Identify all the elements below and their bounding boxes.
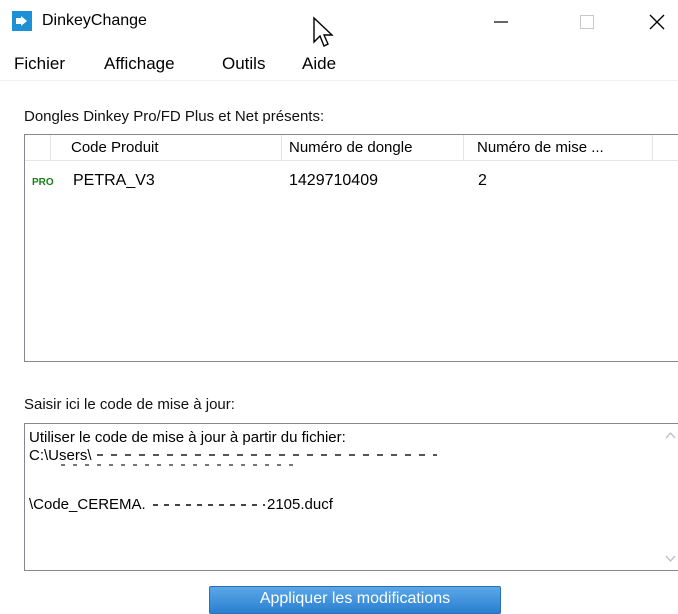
- code-line-2: C:\Users\: [29, 447, 92, 464]
- scroll-up-icon: [665, 431, 676, 439]
- dongle-list[interactable]: Code Produit Numéro de dongle Numéro de …: [24, 134, 678, 362]
- vertical-scrollbar[interactable]: [662, 424, 678, 570]
- menu-aide[interactable]: Aide: [302, 52, 336, 76]
- code-line-1: Utiliser le code de mise à jour à partir…: [29, 429, 346, 446]
- minimize-icon: [494, 21, 508, 23]
- column-header-code-produit[interactable]: Code Produit: [65, 135, 285, 160]
- title-bar[interactable]: DinkeyChange: [0, 0, 678, 47]
- apply-changes-button[interactable]: Appliquer les modifications: [209, 586, 501, 614]
- scroll-down-icon: [665, 555, 676, 563]
- column-separator: [652, 135, 653, 160]
- dongle-number-cell: 1429710409: [289, 172, 378, 189]
- column-header-numero-mise[interactable]: Numéro de mise ...: [471, 135, 651, 160]
- update-number-cell: 2: [478, 172, 487, 189]
- dongles-label: Dongles Dinkey Pro/FD Plus et Net présen…: [24, 108, 325, 125]
- menu-outils[interactable]: Outils: [222, 52, 265, 76]
- table-row[interactable]: PRO PETRA_V3 1429710409 2: [25, 171, 678, 195]
- code-line-3: \Code_CEREMA.: [29, 496, 146, 513]
- maximize-button[interactable]: [564, 0, 610, 44]
- cursor-icon: [312, 16, 334, 50]
- column-separator: [50, 135, 51, 160]
- obscured-path-segment: [61, 464, 301, 466]
- menu-bar: Fichier Affichage Outils Aide: [0, 50, 678, 81]
- update-code-textarea[interactable]: Utiliser le code de mise à jour à partir…: [24, 423, 678, 571]
- close-button[interactable]: [636, 0, 678, 44]
- app-icon: [12, 11, 32, 31]
- close-icon: [649, 14, 665, 30]
- menu-affichage[interactable]: Affichage: [104, 52, 175, 76]
- maximize-icon: [580, 15, 594, 29]
- minimize-button[interactable]: [478, 0, 524, 44]
- update-code-label: Saisir ici le code de mise à jour:: [24, 396, 235, 413]
- product-code-cell: PETRA_V3: [73, 172, 155, 189]
- column-separator: [281, 135, 282, 160]
- obscured-path-segment: [153, 504, 265, 506]
- window-title: DinkeyChange: [42, 12, 147, 29]
- pro-badge-icon: PRO: [32, 177, 54, 188]
- list-header: Code Produit Numéro de dongle Numéro de …: [25, 135, 678, 161]
- obscured-path-segment: [97, 454, 437, 456]
- column-header-numero-dongle[interactable]: Numéro de dongle: [283, 135, 463, 160]
- column-separator: [463, 135, 464, 160]
- menu-fichier[interactable]: Fichier: [14, 52, 65, 76]
- code-line-3-end: 2105.ducf: [267, 496, 333, 513]
